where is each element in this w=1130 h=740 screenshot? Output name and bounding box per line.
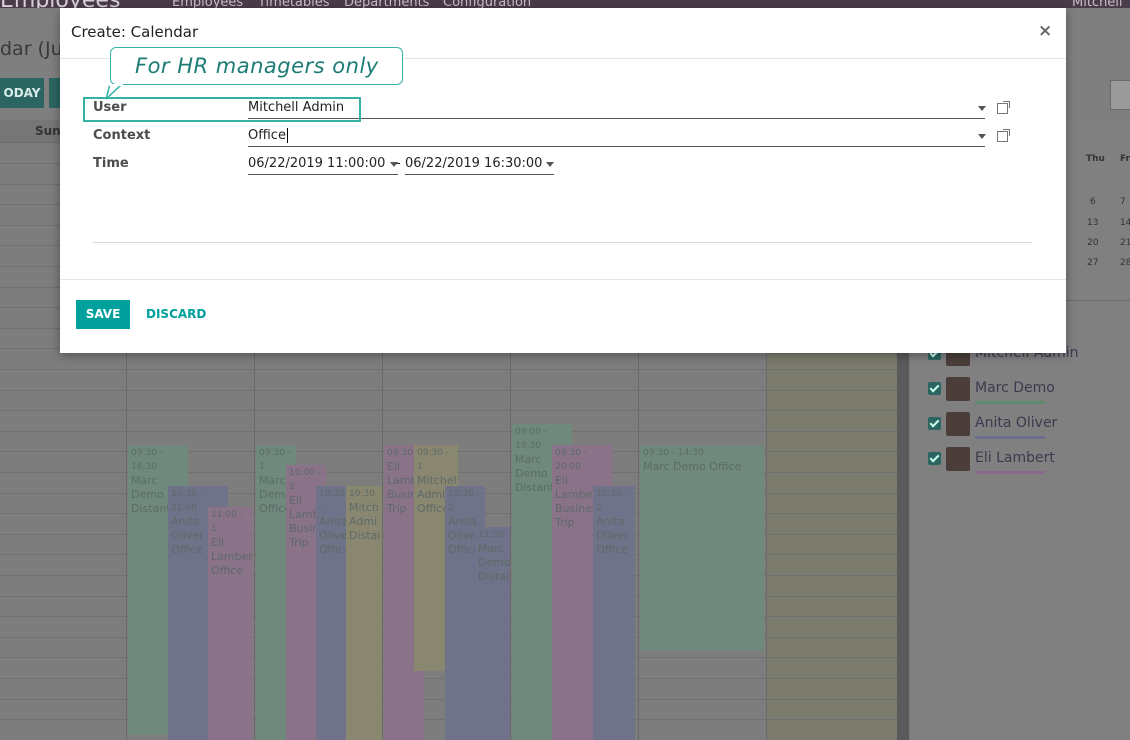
menu-departments[interactable]: Departments — [344, 0, 429, 8]
app-brand[interactable]: Employees — [0, 0, 120, 8]
avatar — [946, 447, 970, 471]
checkbox-icon[interactable] — [928, 452, 941, 465]
external-link-icon[interactable] — [997, 101, 1010, 114]
dialog-title: Create: Calendar — [71, 23, 199, 41]
end-datetime-field[interactable]: 06/22/2019 16:30:00 — [405, 154, 554, 175]
mini-cal-day[interactable]: 13 — [1087, 218, 1098, 228]
save-button[interactable]: SAVE — [76, 300, 130, 329]
grid-row-line — [0, 431, 900, 432]
mini-cal-day[interactable]: 28 — [1120, 258, 1130, 268]
context-label: Context — [93, 128, 151, 143]
dialog-footer: SAVE DISCARD — [60, 279, 1066, 353]
mini-cal-day[interactable]: 27 — [1087, 258, 1098, 268]
start-datetime-field[interactable]: 06/22/2019 11:00:00 — [248, 154, 398, 175]
form-divider — [93, 242, 1032, 243]
tooltip-bubble: For HR managers only — [110, 47, 403, 85]
attendee-name: Eli Lambert — [975, 450, 1055, 466]
avatar — [946, 412, 970, 436]
mini-cal-day[interactable]: 14 — [1120, 218, 1130, 228]
day-header-sun: Sun — [35, 124, 61, 138]
discard-button[interactable]: DISCARD — [146, 300, 206, 329]
time-separator: - — [396, 156, 401, 171]
user-field-highlight — [83, 97, 361, 122]
event-block[interactable]: 11:00 - 1 Eli Lamber Office — [208, 507, 252, 740]
close-icon[interactable]: × — [1038, 21, 1052, 41]
grid-row-line — [0, 410, 900, 411]
tooltip-text: For HR managers only — [135, 54, 379, 78]
mini-cal-day[interactable]: 7 — [1120, 197, 1126, 207]
attendee-color-bar — [975, 401, 1045, 404]
mini-cal-header: Fr — [1120, 154, 1130, 164]
attendee-name: Marc Demo — [975, 380, 1055, 396]
grid-row-line — [0, 369, 900, 370]
user-menu[interactable]: Mitchell A — [1072, 0, 1130, 8]
context-field[interactable]: Office — [248, 126, 985, 147]
external-link-icon[interactable] — [997, 129, 1010, 142]
menu-configuration[interactable]: Configuration — [443, 0, 531, 8]
time-label: Time — [93, 156, 129, 171]
chevron-down-icon[interactable] — [978, 106, 986, 111]
grid-row-line — [0, 390, 900, 391]
sidebar-divider — [1060, 300, 1130, 301]
event-block[interactable]: 10:30 - Anita Oliver Office — [316, 486, 350, 740]
mini-cal-day[interactable]: 20 — [1087, 238, 1098, 248]
menu-timetables[interactable]: Timetables — [258, 0, 330, 8]
chevron-down-icon[interactable] — [546, 162, 554, 167]
event-block[interactable]: 11:30 Marc Demo Distai — [475, 527, 510, 740]
attendee-name: Anita Oliver — [975, 415, 1058, 431]
text-cursor — [286, 128, 288, 143]
attendee-color-bar — [975, 436, 1045, 439]
attendee-color-bar — [975, 471, 1045, 474]
event-block[interactable]: 10:30 - 2 Anita Oliver Office — [593, 486, 635, 740]
mini-cal-day[interactable]: 6 — [1090, 197, 1096, 207]
calendar-view-button[interactable] — [1110, 80, 1130, 110]
chevron-down-icon[interactable] — [978, 134, 986, 139]
checkbox-icon[interactable] — [928, 382, 941, 395]
checkbox-icon[interactable] — [928, 417, 941, 430]
dialog-body: User Mitchell Admin Context Office Time … — [60, 59, 1066, 279]
menu-employees[interactable]: Employees — [172, 0, 243, 8]
avatar — [946, 377, 970, 401]
event-block[interactable]: 10:30 Mitch Admi Distai — [346, 486, 382, 740]
end-datetime-value: 06/22/2019 16:30:00 — [405, 156, 543, 171]
today-button[interactable]: ODAY — [0, 78, 44, 108]
event-block[interactable]: 09:30 - 14:30 Marc Demo Office — [640, 445, 764, 651]
mini-cal-header: Thu — [1086, 154, 1105, 164]
mini-cal-day[interactable]: 21 — [1120, 238, 1130, 248]
start-datetime-value: 06/22/2019 11:00:00 — [248, 156, 386, 171]
context-value: Office — [248, 128, 286, 143]
tooltip-pointer-icon — [106, 84, 124, 100]
top-navbar: Employees Employees Timetables Departmen… — [0, 0, 1130, 8]
